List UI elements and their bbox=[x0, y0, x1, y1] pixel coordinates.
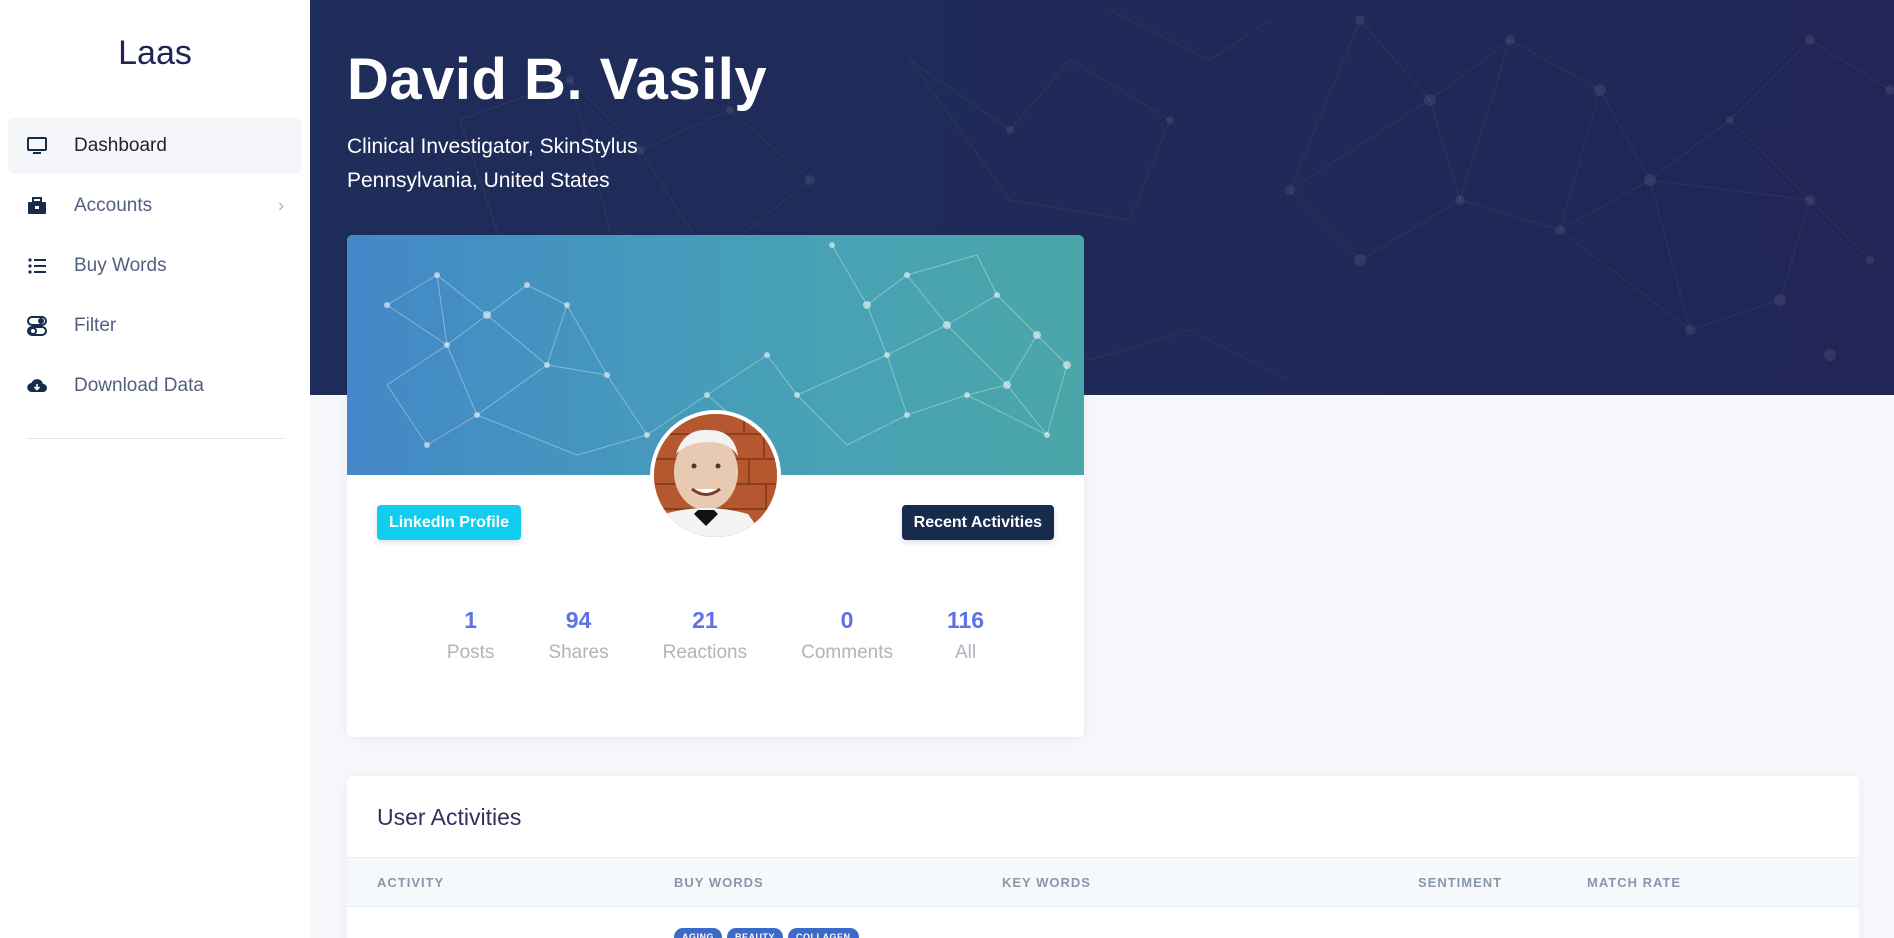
sidebar-item-download-data[interactable]: Download Data bbox=[8, 358, 302, 414]
sidebar-item-label: Filter bbox=[74, 315, 117, 336]
stat-label: Posts bbox=[446, 642, 495, 663]
sidebar-divider bbox=[26, 438, 284, 439]
column-header-buy-words[interactable]: BUY WORDS bbox=[674, 875, 764, 890]
stat-label: Comments bbox=[801, 642, 893, 663]
column-header-match-rate[interactable]: MATCH RATE bbox=[1587, 875, 1681, 890]
linkedin-profile-button[interactable]: LinkedIn Profile bbox=[377, 505, 522, 540]
briefcase-icon bbox=[26, 195, 48, 217]
stat-label: Reactions bbox=[662, 642, 748, 663]
stat-value: 94 bbox=[565, 607, 592, 633]
list-icon bbox=[26, 255, 48, 277]
profile-card: LinkedIn Profile Recent Activities 1 Pos… bbox=[347, 235, 1084, 737]
recent-activities-button[interactable]: Recent Activities bbox=[901, 505, 1054, 540]
stat-label: Shares bbox=[548, 642, 609, 663]
buy-words-tags: AGING BEAUTY COLLAGEN bbox=[674, 928, 859, 938]
sidebar-item-label: Accounts bbox=[74, 195, 153, 216]
buy-word-tag: COLLAGEN bbox=[788, 928, 859, 938]
user-activities-card: User Activities ACTIVITY BUY WORDS KEY W… bbox=[347, 776, 1859, 938]
sidebar-item-accounts[interactable]: Accounts › bbox=[8, 178, 302, 234]
sidebar: Laas Dashboard Accounts › Buy Words Filt bbox=[0, 0, 310, 938]
sidebar-item-label: Dashboard bbox=[74, 135, 167, 156]
stat-comments: 0 Comments bbox=[801, 607, 893, 664]
profile-stats: 1 Posts 94 Shares 21 Reactions 0 Comment… bbox=[347, 607, 1084, 664]
sidebar-item-buy-words[interactable]: Buy Words bbox=[8, 238, 302, 294]
sidebar-item-label: Download Data bbox=[74, 375, 204, 396]
sidebar-item-label: Buy Words bbox=[74, 255, 167, 276]
stat-value: 116 bbox=[946, 607, 985, 633]
stat-label: All bbox=[954, 642, 977, 663]
chevron-right-icon: › bbox=[278, 195, 284, 216]
stat-shares: 94 Shares bbox=[548, 607, 608, 664]
buy-word-tag: BEAUTY bbox=[727, 928, 784, 938]
sidebar-item-filter[interactable]: Filter bbox=[8, 298, 302, 354]
column-header-activity[interactable]: ACTIVITY bbox=[377, 875, 444, 890]
avatar bbox=[650, 410, 781, 541]
stat-value: 0 bbox=[840, 607, 854, 633]
sidebar-nav: Dashboard Accounts › Buy Words Filter Do… bbox=[0, 110, 310, 414]
toggle-icon bbox=[26, 315, 48, 337]
column-header-sentiment[interactable]: SENTIMENT bbox=[1418, 875, 1502, 890]
column-header-key-words[interactable]: KEY WORDS bbox=[1002, 875, 1091, 890]
stat-value: 21 bbox=[692, 607, 718, 633]
sidebar-item-dashboard[interactable]: Dashboard bbox=[8, 118, 302, 174]
stat-value: 1 bbox=[464, 607, 478, 633]
brand-logo[interactable]: Laas bbox=[0, 0, 310, 110]
stat-posts: 1 Posts bbox=[447, 607, 495, 664]
profile-title: Clinical Investigator, SkinStylus bbox=[347, 135, 638, 158]
monitor-icon bbox=[26, 135, 48, 157]
cloud-download-icon bbox=[26, 375, 48, 397]
table-header: ACTIVITY BUY WORDS KEY WORDS SENTIMENT M… bbox=[347, 857, 1859, 907]
stat-all: 116 All bbox=[947, 607, 984, 664]
buy-word-tag: AGING bbox=[674, 928, 723, 938]
profile-name: David B. Vasily bbox=[347, 47, 768, 112]
profile-location: Pennsylvania, United States bbox=[347, 169, 610, 192]
stat-reactions: 21 Reactions bbox=[663, 607, 748, 664]
user-activities-title: User Activities bbox=[377, 804, 522, 830]
